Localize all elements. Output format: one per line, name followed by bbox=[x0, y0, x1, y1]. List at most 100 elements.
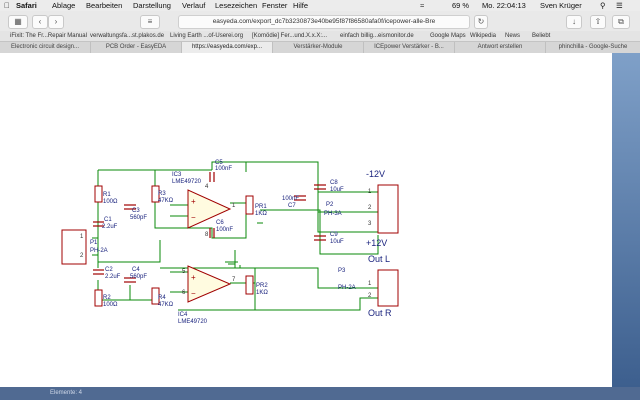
bookmark-item[interactable]: Google Maps bbox=[430, 31, 466, 41]
svg-text:1: 1 bbox=[368, 281, 372, 287]
bookmark-item[interactable]: Wikipedia bbox=[470, 31, 496, 41]
menu-list-icon[interactable]: ☰ bbox=[616, 0, 623, 11]
p3-ref: P3 bbox=[338, 268, 346, 274]
svg-text:−: − bbox=[191, 213, 196, 222]
search-icon[interactable]: ⚲ bbox=[600, 0, 606, 11]
r1-ref: R1 bbox=[103, 192, 111, 198]
menu-bearbeiten[interactable]: Bearbeiten bbox=[86, 0, 122, 11]
forward-icon[interactable]: › bbox=[48, 15, 64, 29]
c4-ref: C4 bbox=[132, 267, 140, 273]
tab[interactable]: Electronic circuit design... bbox=[0, 42, 91, 53]
c8-ref: C8 bbox=[330, 180, 338, 186]
sidebar-icon[interactable]: ▦ bbox=[8, 15, 28, 29]
apple-icon[interactable]:  bbox=[4, 0, 10, 11]
tab-active[interactable]: https://easyeda.com/exp... bbox=[182, 42, 273, 53]
bookmarks-bar: iFixit: The Fr...Repair Manual verwaltun… bbox=[0, 31, 640, 41]
svg-text:4: 4 bbox=[205, 184, 209, 190]
pr1-val: 1KΩ bbox=[255, 211, 267, 217]
c6-ref: C6 bbox=[216, 220, 224, 226]
r3-val: 47KΩ bbox=[158, 198, 174, 204]
tab[interactable]: Verstärker-Module bbox=[273, 42, 364, 53]
download-icon[interactable]: ↓ bbox=[566, 15, 582, 29]
menu-app-safari[interactable]: Safari bbox=[16, 0, 37, 11]
c1-val: 2.2uF bbox=[102, 224, 118, 230]
svg-text:7: 7 bbox=[232, 277, 236, 283]
svg-text:−: − bbox=[191, 289, 196, 298]
battery-status[interactable]: 69 % bbox=[452, 0, 469, 11]
svg-text:8: 8 bbox=[205, 232, 209, 238]
c4-val: 560pF bbox=[130, 274, 147, 280]
wifi-icon[interactable]: ≈ bbox=[420, 0, 424, 11]
menu-verlauf[interactable]: Verlauf bbox=[182, 0, 205, 11]
svg-text:1: 1 bbox=[232, 203, 236, 209]
p3-val: PH-2A bbox=[338, 285, 356, 291]
c8-val: 10uF bbox=[330, 187, 344, 193]
label-out-l: Out L bbox=[368, 254, 390, 264]
ic3-val: LME49720 bbox=[172, 179, 202, 185]
bookmark-item[interactable]: einfach billig...eismonitor.de bbox=[340, 31, 414, 41]
p1-val: PH-2A bbox=[90, 248, 108, 254]
capacitors bbox=[93, 172, 326, 283]
bookmark-item[interactable]: verwaltungsfa...st.plakos.de bbox=[90, 31, 164, 41]
c9-ref: C9 bbox=[330, 232, 338, 238]
tabs-overview-icon[interactable]: ⧉ bbox=[612, 15, 630, 29]
tab[interactable]: phinchilla - Google-Suche bbox=[546, 42, 640, 53]
ic4-val: LME49720 bbox=[178, 319, 208, 325]
c2-val: 2.2uF bbox=[105, 274, 121, 280]
tab[interactable]: ICEpower Verstärker - B... bbox=[364, 42, 455, 53]
p2-ref: P2 bbox=[326, 202, 334, 208]
c3-ref: C3 bbox=[132, 208, 140, 214]
resistors bbox=[94, 185, 254, 307]
label-neg12: -12V bbox=[366, 169, 385, 179]
c6-val: 100nF bbox=[216, 227, 233, 233]
menu-fenster[interactable]: Fenster bbox=[262, 0, 287, 11]
svg-text:+: + bbox=[191, 273, 196, 282]
bookmark-item[interactable]: [Komödie] Fer...und.X.x.X:... bbox=[252, 31, 327, 41]
reload-icon[interactable]: ↻ bbox=[474, 15, 488, 29]
clock[interactable]: Mo. 22:04:13 bbox=[482, 0, 526, 11]
bookmark-item[interactable]: Beliebt bbox=[532, 31, 550, 41]
share-icon[interactable]: ⇧ bbox=[590, 15, 606, 29]
status-text: Elemente: 4 bbox=[50, 390, 83, 396]
label-pos12: +12V bbox=[366, 238, 387, 248]
svg-text:6: 6 bbox=[182, 290, 186, 296]
menu-darstellung[interactable]: Darstellung bbox=[133, 0, 171, 11]
bookmark-item[interactable]: iFixit: The Fr...Repair Manual bbox=[10, 31, 87, 41]
r2-val: 100Ω bbox=[103, 302, 118, 308]
user-name[interactable]: Sven Krüger bbox=[540, 0, 582, 11]
desktop-background bbox=[612, 53, 640, 387]
bookmark-item[interactable]: News bbox=[505, 31, 520, 41]
back-icon[interactable]: ‹ bbox=[32, 15, 48, 29]
r3-ref: R3 bbox=[158, 191, 166, 197]
c5-val: 100nF bbox=[215, 166, 232, 172]
label-out-r: Out R bbox=[368, 308, 392, 318]
pr1-ref: PR1 bbox=[255, 204, 267, 210]
address-bar[interactable]: easyeda.com/export_dc7b3230873e40be95f87… bbox=[178, 15, 470, 29]
r1-val: 100Ω bbox=[103, 199, 118, 205]
ic4-ref: IC4 bbox=[178, 312, 188, 318]
ic3-ref: IC3 bbox=[172, 172, 182, 178]
pr2-val: 1KΩ bbox=[256, 290, 268, 296]
op-amps bbox=[187, 189, 232, 303]
c1-ref: C1 bbox=[104, 217, 112, 223]
svg-text:2: 2 bbox=[368, 205, 372, 211]
svg-text:3: 3 bbox=[368, 221, 372, 227]
menu-lesezeichen[interactable]: Lesezeichen bbox=[215, 0, 257, 11]
c7-ref: C7 bbox=[288, 203, 296, 209]
p1-ref: P1 bbox=[90, 240, 98, 246]
status-bar: Elemente: 4 bbox=[0, 387, 640, 400]
menu-ablage[interactable]: Ablage bbox=[52, 0, 75, 11]
r4-val: 47KΩ bbox=[158, 302, 174, 308]
tab[interactable]: PCB Order - EasyEDA bbox=[91, 42, 182, 53]
c2-ref: C2 bbox=[105, 267, 113, 273]
bookmark-item[interactable]: Living Earth ...of-Userei.org bbox=[170, 31, 243, 41]
r2-ref: R2 bbox=[103, 295, 111, 301]
p2-val: PH-3A bbox=[324, 211, 342, 217]
svg-text:+: + bbox=[191, 197, 196, 206]
schematic-canvas[interactable]: + − + − R1 100Ω C1 2.2uF C3 560pF R3 47KΩ … bbox=[0, 53, 640, 387]
pr2-ref: PR2 bbox=[256, 283, 268, 289]
c7-val: 100nF bbox=[282, 196, 299, 202]
reader-icon[interactable]: ≡ bbox=[140, 15, 160, 29]
menu-hilfe[interactable]: Hilfe bbox=[293, 0, 308, 11]
tab[interactable]: Antwort erstellen bbox=[455, 42, 546, 53]
